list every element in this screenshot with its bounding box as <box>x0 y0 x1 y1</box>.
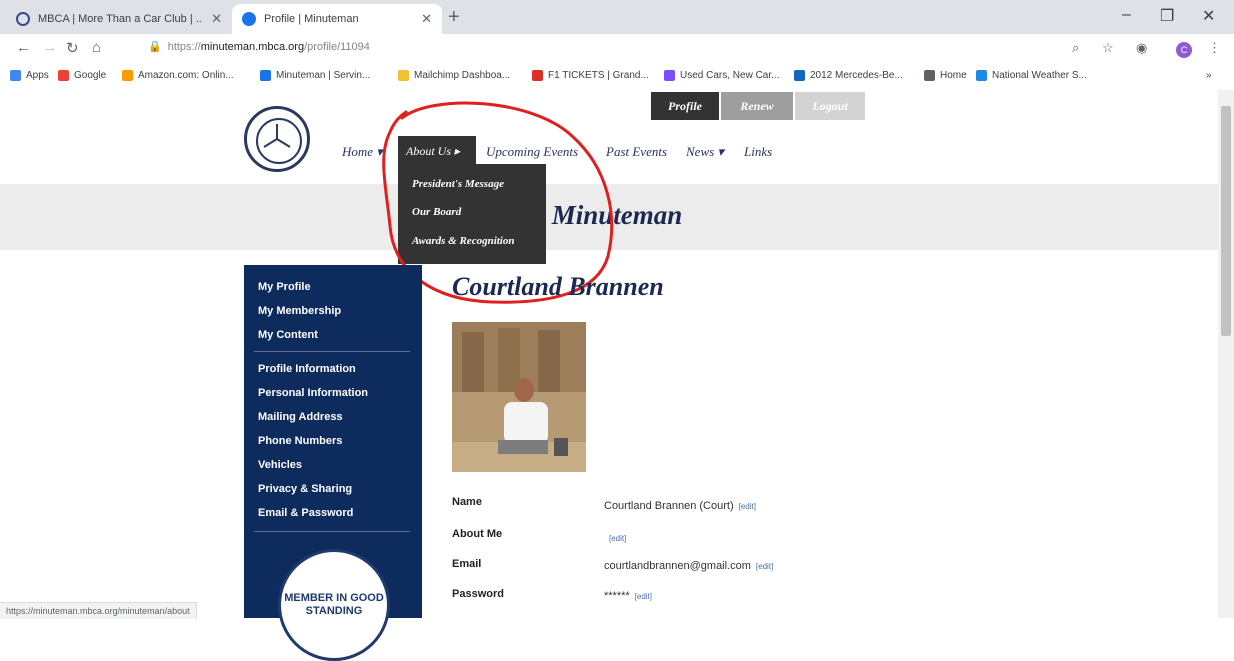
edit-about-me-link[interactable]: [edit] <box>609 534 626 543</box>
tab-label: Profile | Minuteman <box>264 13 359 25</box>
tab-label: MBCA | More Than a Car Club | .. <box>38 13 202 25</box>
profile-photo <box>452 322 586 472</box>
bookmark-apps[interactable]: Apps <box>10 70 49 81</box>
back-icon[interactable]: ← <box>16 39 31 56</box>
status-bar-url: https://minuteman.mbca.org/minuteman/abo… <box>0 602 197 619</box>
sidebar-item-personal-information[interactable]: Personal Information <box>258 387 368 399</box>
zoom-icon[interactable]: ⌕ <box>1072 40 1079 56</box>
page-scrollbar[interactable] <box>1218 90 1234 618</box>
bookmarks-bar: Apps Google Amazon.com: Onlin... Minutem… <box>0 64 1234 91</box>
member-in-good-standing-badge: MEMBER IN GOOD STANDING <box>278 549 390 661</box>
account-sidebar: My Profile My Membership My Content Prof… <box>244 265 422 661</box>
google-icon <box>58 70 69 81</box>
reload-icon[interactable]: ↻ <box>66 39 79 57</box>
about-us-dropdown: President's Message Our Board Awards & R… <box>398 164 546 264</box>
banner-title: Minuteman <box>551 200 683 230</box>
nav-home[interactable]: Home ▾ <box>342 144 383 160</box>
home-icon[interactable]: ⌂ <box>92 39 101 56</box>
dropdown-item-presidents-message[interactable]: President's Message <box>412 178 504 190</box>
profile-button[interactable]: Profile <box>651 92 719 120</box>
mbca-favicon-icon <box>16 12 30 26</box>
bookmark-mailchimp[interactable]: Mailchimp Dashboa... <box>398 70 510 81</box>
page-banner: Minuteman <box>0 184 1234 250</box>
profile-photo-image <box>452 322 586 472</box>
dropdown-item-awards[interactable]: Awards & Recognition <box>412 235 514 247</box>
bookmark-google[interactable]: Google <box>58 70 106 81</box>
sidebar-item-vehicles[interactable]: Vehicles <box>258 459 302 471</box>
edit-email-link[interactable]: [edit] <box>756 562 773 571</box>
nav-news[interactable]: News ▾ <box>686 144 724 160</box>
amazon-icon <box>122 70 133 81</box>
close-window-icon[interactable]: ✕ <box>1202 6 1215 26</box>
nav-past-events[interactable]: Past Events <box>606 144 667 160</box>
weather-icon <box>976 70 987 81</box>
cars-icon <box>664 70 675 81</box>
sidebar-item-my-content[interactable]: My Content <box>258 329 318 341</box>
more-bookmarks-icon[interactable]: » <box>1206 70 1212 81</box>
bookmark-home[interactable]: Home <box>924 70 967 81</box>
sidebar-item-my-profile[interactable]: My Profile <box>258 281 311 293</box>
about-me-value: [edit] <box>604 532 626 544</box>
url-field[interactable]: 🔒 https://minuteman.mbca.org/profile/1109… <box>148 40 370 53</box>
minimize-icon[interactable]: – <box>1122 6 1131 24</box>
browser-tab-mbca[interactable]: MBCA | More Than a Car Club | .. ✕ <box>6 4 232 34</box>
sidebar-item-profile-information[interactable]: Profile Information <box>258 363 356 375</box>
email-value: courtlandbrannen@gmail.com [edit] <box>604 560 774 572</box>
sidebar-divider <box>254 351 410 352</box>
password-value: ****** [edit] <box>604 590 653 602</box>
extension-icon[interactable]: ◉ <box>1136 40 1147 56</box>
email-label: Email <box>452 558 482 570</box>
mailchimp-icon <box>398 70 409 81</box>
edit-password-link[interactable]: [edit] <box>635 592 652 601</box>
profile-avatar-icon[interactable]: C <box>1176 42 1192 58</box>
apps-grid-icon <box>10 70 21 81</box>
sidebar-item-my-membership[interactable]: My Membership <box>258 305 341 317</box>
profile-name-heading: Courtland Brannen <box>452 272 664 301</box>
home-bookmark-icon <box>924 70 935 81</box>
name-label: Name <box>452 496 482 508</box>
maximize-icon[interactable]: ❐ <box>1160 6 1174 26</box>
sidebar-item-privacy-sharing[interactable]: Privacy & Sharing <box>258 483 352 495</box>
browser-tab-profile[interactable]: Profile | Minuteman ✕ <box>232 4 442 34</box>
nav-links[interactable]: Links <box>744 144 772 160</box>
close-tab-icon[interactable]: ✕ <box>211 11 222 27</box>
nav-upcoming-events[interactable]: Upcoming Events <box>486 144 578 160</box>
sidebar-item-email-password[interactable]: Email & Password <box>258 507 353 519</box>
mbca-logo[interactable] <box>244 106 310 172</box>
password-label: Password <box>452 588 504 600</box>
mercedes-icon <box>794 70 805 81</box>
logo-star-icon <box>256 118 302 164</box>
bookmark-mercedes[interactable]: 2012 Mercedes-Be... <box>794 70 903 81</box>
dropdown-item-our-board[interactable]: Our Board <box>412 206 461 218</box>
bookmark-weather[interactable]: National Weather S... <box>976 70 1087 81</box>
scrollbar-thumb[interactable] <box>1221 106 1231 336</box>
nav-about-us[interactable]: About Us ▸ <box>398 136 476 164</box>
bookmark-used-cars[interactable]: Used Cars, New Car... <box>664 70 779 81</box>
edit-name-link[interactable]: [edit] <box>739 502 756 511</box>
new-tab-button[interactable]: + <box>448 6 460 29</box>
minuteman-icon <box>260 70 271 81</box>
bookmark-star-icon[interactable]: ☆ <box>1102 40 1114 56</box>
close-tab-icon[interactable]: ✕ <box>421 11 432 27</box>
sidebar-divider <box>254 531 410 532</box>
name-value: Courtland Brannen (Court) [edit] <box>604 500 756 512</box>
forward-icon[interactable]: → <box>42 39 57 56</box>
address-bar-row: ← → ↻ ⌂ 🔒 https://minuteman.mbca.org/prof… <box>0 34 1234 65</box>
menu-kebab-icon[interactable]: ⋮ <box>1208 40 1221 56</box>
browser-tab-strip: MBCA | More Than a Car Club | .. ✕ Profi… <box>0 0 1234 34</box>
bookmark-amazon[interactable]: Amazon.com: Onlin... <box>122 70 234 81</box>
logout-button[interactable]: Logout <box>795 92 865 120</box>
renew-button[interactable]: Renew <box>721 92 793 120</box>
about-me-label: About Me <box>452 528 503 540</box>
sidebar-item-phone-numbers[interactable]: Phone Numbers <box>258 435 342 447</box>
bookmark-minuteman[interactable]: Minuteman | Servin... <box>260 70 370 81</box>
sidebar-item-mailing-address[interactable]: Mailing Address <box>258 411 343 423</box>
f1-icon <box>532 70 543 81</box>
lock-icon: 🔒 <box>148 41 162 53</box>
bookmark-f1-tickets[interactable]: F1 TICKETS | Grand... <box>532 70 649 81</box>
minuteman-favicon-icon <box>242 12 256 26</box>
